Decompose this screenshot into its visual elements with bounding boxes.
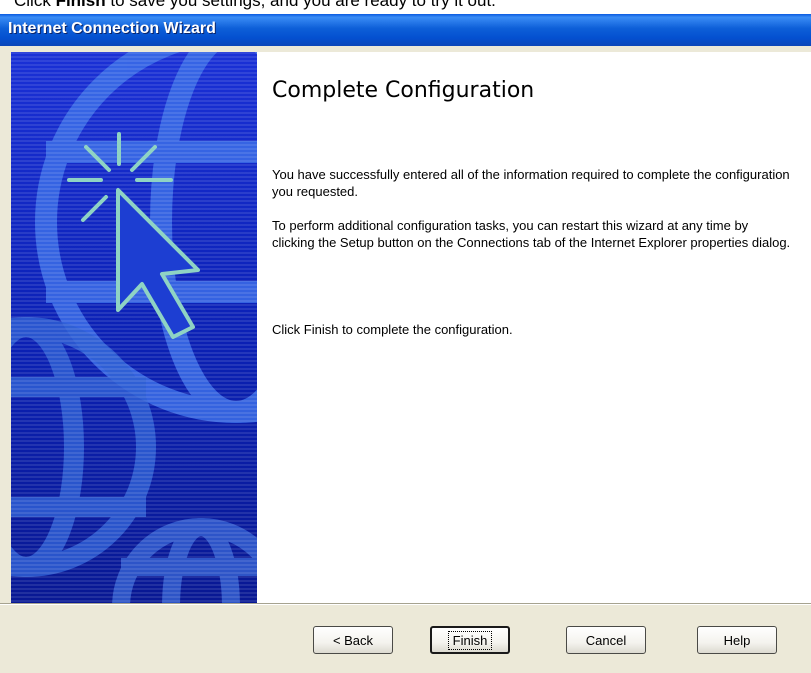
caption-suffix: to save you settings, and you are ready … bbox=[105, 0, 496, 10]
finish-button-label: Finish bbox=[447, 630, 493, 650]
instruction-caption: Click Finish to save you settings, and y… bbox=[14, 0, 496, 11]
restart-info: To perform additional configuration task… bbox=[272, 218, 791, 250]
cancel-button-label: Cancel bbox=[585, 632, 627, 648]
finish-button[interactable]: Finish bbox=[430, 626, 510, 654]
title-bar[interactable]: Internet Connection Wizard bbox=[0, 14, 811, 46]
globe-icon bbox=[11, 52, 257, 603]
back-button-label: < Back bbox=[332, 632, 374, 648]
caption-bold: Finish bbox=[55, 0, 106, 10]
caption-prefix: Click bbox=[14, 0, 56, 10]
button-separator-highlight bbox=[0, 604, 811, 605]
wizard-window: Internet Connection Wizard Complete Conf… bbox=[0, 14, 811, 673]
wizard-content: Complete Configuration You have successf… bbox=[257, 52, 811, 603]
help-button[interactable]: Help bbox=[697, 626, 777, 654]
help-button-label: Help bbox=[723, 632, 751, 648]
back-button[interactable]: < Back bbox=[313, 626, 393, 654]
finish-instruction: Click Finish to complete the configurati… bbox=[272, 322, 513, 337]
page-title: Complete Configuration bbox=[272, 78, 535, 103]
cancel-button[interactable]: Cancel bbox=[566, 626, 646, 654]
window-title: Internet Connection Wizard bbox=[8, 20, 216, 37]
wizard-sidebar-image bbox=[11, 52, 257, 603]
success-message: You have successfully entered all of the… bbox=[272, 167, 790, 199]
